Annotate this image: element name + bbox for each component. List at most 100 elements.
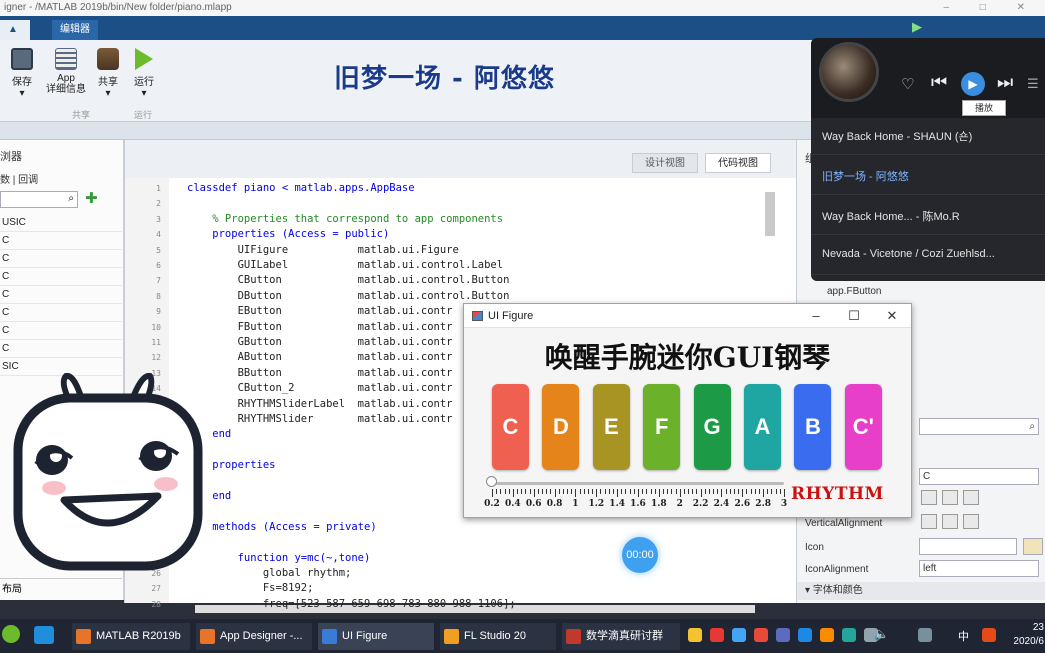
code-line[interactable]: FButton matlab.ui.contr: [187, 321, 453, 333]
component-tree-item[interactable]: C: [0, 232, 122, 250]
code-line[interactable]: RHYTHMSlider matlab.ui.contr: [187, 413, 453, 425]
taskbar-item[interactable]: UI Figure: [318, 623, 434, 650]
system-clock[interactable]: 23 2020/6: [1008, 621, 1044, 649]
code-line[interactable]: classdef piano < matlab.apps.AppBase: [187, 182, 415, 194]
tray-app-icon[interactable]: [820, 628, 834, 642]
rhythm-slider-track[interactable]: [492, 482, 784, 485]
ime-indicator[interactable]: 中: [958, 628, 969, 644]
playlist-item[interactable]: Way Back Home - SHAUN (숀): [822, 128, 972, 144]
previous-icon[interactable]: ⏮: [931, 72, 947, 93]
code-line[interactable]: % Properties that correspond to app comp…: [187, 213, 503, 225]
input-method-icon[interactable]: [982, 628, 996, 642]
playlist-item[interactable]: Nevada - Vicetone / Cozi Zuehlsd...: [822, 248, 995, 260]
component-tree-item[interactable]: USIC: [0, 214, 122, 232]
tray-app-icon[interactable]: [842, 628, 856, 642]
code-line[interactable]: CButton_2 matlab.ui.contr: [187, 382, 453, 394]
rhythm-slider-thumb[interactable]: [486, 476, 497, 487]
recording-timer[interactable]: 00:00: [622, 537, 658, 573]
search-field[interactable]: ⌕: [919, 418, 1039, 435]
piano-key-d-button[interactable]: D: [542, 384, 580, 470]
taskbar-item[interactable]: FL Studio 20: [440, 623, 556, 650]
save-button[interactable]: 保存 ▾: [8, 48, 36, 99]
volume-icon[interactable]: 🔈: [874, 627, 889, 641]
start-icon[interactable]: [2, 625, 20, 643]
piano-key-c-high-button[interactable]: C': [844, 384, 882, 470]
component-tree-item[interactable]: C: [0, 322, 122, 340]
tray-app-icon[interactable]: [710, 628, 724, 642]
component-browser-tabs[interactable]: 数 | 回调: [0, 171, 38, 186]
minimize-button[interactable]: –: [797, 304, 835, 328]
piano-key-c-button[interactable]: C: [492, 384, 529, 470]
code-line[interactable]: EButton matlab.ui.contr: [187, 305, 453, 317]
component-search-input[interactable]: ⌕: [0, 191, 78, 208]
code-line[interactable]: UIFigure matlab.ui.Figure: [187, 244, 459, 256]
valign-top-button[interactable]: [921, 514, 937, 529]
code-line[interactable]: freq=[523 587 659 698 783 880 988 1106];: [187, 598, 516, 610]
text-property-input[interactable]: C: [919, 468, 1039, 485]
icon-path-input[interactable]: [919, 538, 1017, 555]
tab-designer[interactable]: ▲: [0, 20, 30, 40]
folder-icon[interactable]: [1023, 538, 1043, 555]
run-button[interactable]: 运行 ▾: [130, 48, 158, 99]
align-right-button[interactable]: [963, 490, 979, 505]
vertical-scrollbar[interactable]: [765, 192, 775, 236]
piano-key-b-button[interactable]: B: [794, 384, 832, 470]
taskbar-item[interactable]: App Designer -...: [196, 623, 312, 650]
tab-code-view[interactable]: 代码视图: [705, 153, 771, 173]
component-tree-item[interactable]: C: [0, 250, 122, 268]
taskbar-item[interactable]: MATLAB R2019b: [72, 623, 190, 650]
layout-section[interactable]: 布局: [0, 578, 122, 600]
code-line[interactable]: GUILabel matlab.ui.control.Label: [187, 259, 504, 271]
component-tree-item[interactable]: C: [0, 268, 122, 286]
share-button[interactable]: 共享 ▾: [94, 48, 122, 99]
code-line[interactable]: DButton matlab.ui.control.Button: [187, 290, 510, 302]
code-line[interactable]: function y=mc(~,tone): [187, 552, 371, 564]
maximize-button[interactable]: ☐: [835, 304, 873, 328]
tab-design-view[interactable]: 设计视图: [632, 153, 698, 173]
tab-callbacks[interactable]: 回调: [18, 175, 38, 186]
playlist-item[interactable]: 旧梦一场 - 阿悠悠: [822, 168, 909, 184]
tray-app-icon[interactable]: [688, 628, 702, 642]
component-tree-item[interactable]: C: [0, 304, 122, 322]
heart-icon[interactable]: ♡: [901, 75, 914, 93]
component-tree-item[interactable]: C: [0, 340, 122, 358]
code-line[interactable]: Fs=8192;: [187, 582, 314, 594]
valign-middle-button[interactable]: [942, 514, 958, 529]
play-icon[interactable]: ▶: [961, 72, 985, 96]
playlist-icon[interactable]: ☰: [1027, 76, 1039, 92]
code-line[interactable]: GButton matlab.ui.contr: [187, 336, 453, 348]
tray-app-icon[interactable]: [798, 628, 812, 642]
align-left-button[interactable]: [921, 490, 937, 505]
valign-bottom-button[interactable]: [963, 514, 979, 529]
piano-key-g-button[interactable]: G: [693, 384, 731, 470]
run-quick-icon[interactable]: ▶: [912, 19, 952, 37]
tray-app-icon[interactable]: [732, 628, 746, 642]
align-center-button[interactable]: [942, 490, 958, 505]
piano-key-f-button[interactable]: F: [643, 384, 681, 470]
piano-key-a-button[interactable]: A: [744, 384, 781, 470]
component-tree-item[interactable]: C: [0, 286, 122, 304]
code-line[interactable]: global rhythm;: [187, 567, 352, 579]
tray-app-icon[interactable]: [776, 628, 790, 642]
code-line[interactable]: properties (Access = public): [187, 228, 389, 240]
media-player-icon[interactable]: [34, 626, 54, 644]
next-icon[interactable]: ⏭: [997, 72, 1013, 93]
font-color-section[interactable]: ▾ 字体和颜色: [797, 582, 1045, 600]
code-line[interactable]: CButton matlab.ui.control.Button: [187, 274, 510, 286]
code-line[interactable]: methods (Access = private): [187, 521, 376, 533]
code-line[interactable]: AButton matlab.ui.contr: [187, 351, 453, 363]
piano-key-e-button[interactable]: E: [592, 384, 630, 470]
battery-icon[interactable]: [918, 628, 932, 642]
icon-alignment-select[interactable]: left: [919, 560, 1039, 577]
tab-properties[interactable]: 数: [0, 175, 10, 186]
taskbar-item[interactable]: 数学滴真研讨群: [562, 623, 680, 650]
close-button[interactable]: ✕: [873, 304, 911, 328]
code-line[interactable]: RHYTHMSliderLabel matlab.ui.contr: [187, 398, 453, 410]
app-details-button[interactable]: App 详细信息: [44, 48, 88, 95]
add-icon[interactable]: ✚: [85, 191, 98, 206]
window-controls[interactable]: – □ ✕: [943, 0, 1039, 16]
tab-editor[interactable]: 编辑器: [52, 20, 98, 40]
tray-app-icon[interactable]: [754, 628, 768, 642]
playlist-item[interactable]: Way Back Home... - 陈Mo.R: [822, 208, 960, 224]
code-line[interactable]: BButton matlab.ui.contr: [187, 367, 453, 379]
